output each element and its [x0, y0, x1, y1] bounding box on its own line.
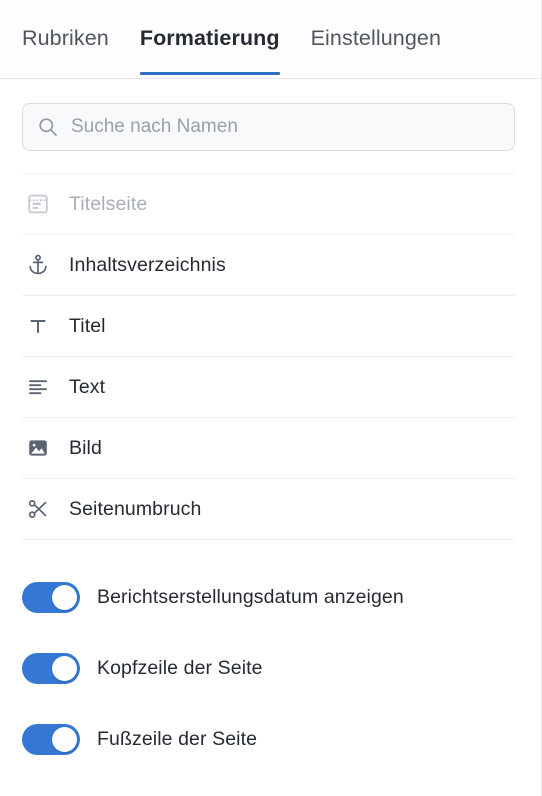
- toggle-label: Kopfzeile der Seite: [97, 656, 263, 679]
- toggle-list: Berichtserstellungsdatum anzeigen Kopfze…: [0, 540, 541, 760]
- tab-einstellungen[interactable]: Einstellungen: [311, 0, 441, 79]
- toggle-row-report-date[interactable]: Berichtserstellungsdatum anzeigen: [22, 576, 515, 618]
- tab-label: Formatierung: [139, 26, 280, 50]
- title-page-icon: [25, 191, 51, 217]
- search-section: [0, 79, 541, 173]
- text-lines-icon: [25, 374, 51, 400]
- search-box[interactable]: [22, 103, 515, 151]
- block-item-label: Bild: [69, 436, 102, 459]
- toggle-switch-page-footer[interactable]: [22, 723, 80, 755]
- block-item-label: Text: [69, 375, 106, 398]
- block-item-label: Seitenumbruch: [69, 497, 202, 520]
- block-item-label: Inhaltsverzeichnis: [69, 253, 226, 276]
- block-list: Titelseite Inhaltsverzeichnis Titel Text…: [0, 173, 541, 540]
- block-item-bild[interactable]: Bild: [22, 418, 515, 479]
- tab-bar: Rubriken Formatierung Einstellungen: [0, 0, 541, 79]
- toggle-knob: [52, 726, 77, 752]
- image-icon: [25, 435, 51, 461]
- block-item-label: Titelseite: [69, 192, 148, 215]
- toggle-row-page-footer[interactable]: Fußzeile der Seite: [22, 718, 515, 760]
- toggle-switch-report-date[interactable]: [22, 581, 80, 613]
- tab-label: Rubriken: [22, 26, 109, 50]
- text-format-t-icon: [25, 313, 51, 339]
- tab-rubriken[interactable]: Rubriken: [22, 0, 109, 79]
- anchor-icon: [25, 252, 51, 278]
- scissors-icon: [25, 496, 51, 522]
- block-item-seitenumbruch[interactable]: Seitenumbruch: [22, 479, 515, 540]
- block-item-text[interactable]: Text: [22, 357, 515, 418]
- toggle-row-page-header[interactable]: Kopfzeile der Seite: [22, 647, 515, 689]
- block-item-label: Titel: [69, 314, 106, 337]
- tab-formatierung[interactable]: Formatierung: [139, 0, 280, 79]
- toggle-knob: [52, 584, 77, 610]
- block-item-inhaltsverzeichnis[interactable]: Inhaltsverzeichnis: [22, 235, 515, 296]
- search-icon: [37, 116, 59, 138]
- toggle-switch-page-header[interactable]: [22, 652, 80, 684]
- toggle-label: Berichtserstellungsdatum anzeigen: [97, 585, 404, 608]
- toggle-knob: [52, 655, 77, 681]
- formatting-panel: Rubriken Formatierung Einstellungen Such…: [0, 0, 542, 796]
- tab-label: Einstellungen: [310, 26, 442, 50]
- toggle-label: Fußzeile der Seite: [97, 727, 258, 750]
- search-input[interactable]: [71, 116, 500, 138]
- block-item-titel[interactable]: Titel: [22, 296, 515, 357]
- block-item-titelseite[interactable]: Titelseite: [22, 173, 515, 235]
